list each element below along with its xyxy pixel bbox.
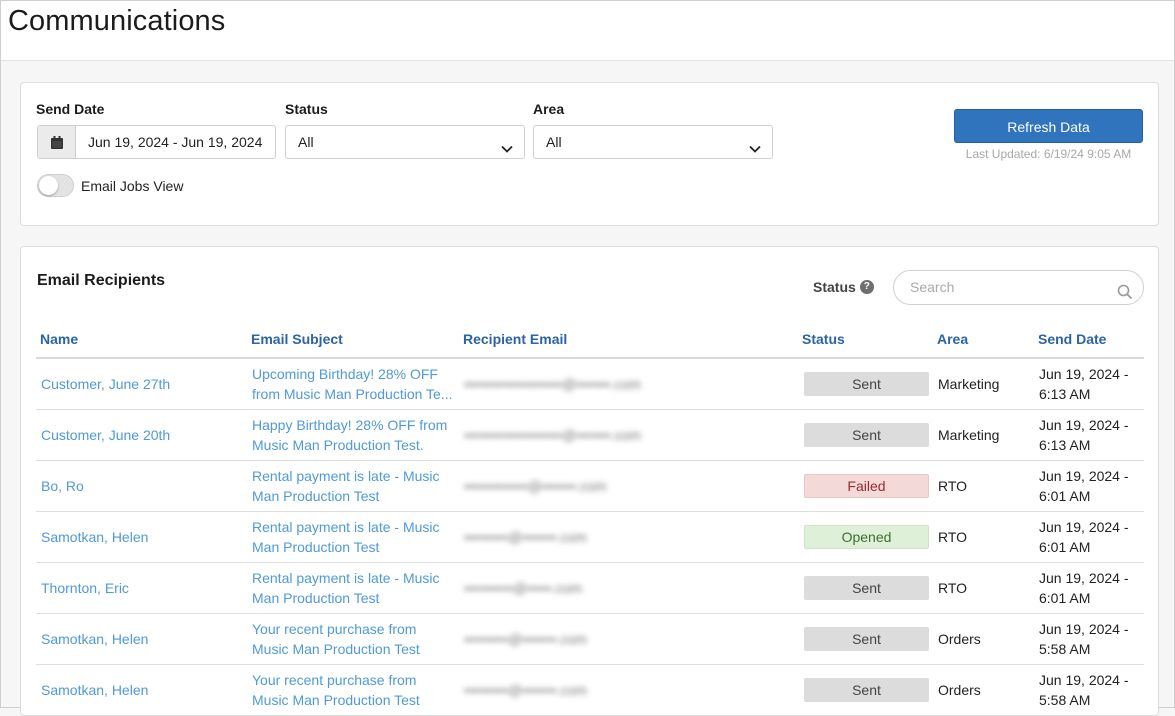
table-row[interactable]: Samotkan, Helen Your recent purchase from… — [36, 613, 1144, 665]
recipient-email: ••••••••••••••••••••@•••••••.com — [459, 358, 798, 410]
send-date-cell: Jun 19, 2024 - 6:13 AM — [1034, 358, 1144, 410]
recipient-name-link[interactable]: Thornton, Eric — [36, 562, 247, 614]
send-date-cell: Jun 19, 2024 - 6:01 AM — [1034, 460, 1144, 512]
email-subject-link[interactable]: Rental payment is late - Music Man Produ… — [247, 460, 459, 512]
email-jobs-view-toggle[interactable] — [37, 174, 74, 197]
recipient-name-link[interactable]: Customer, June 27th — [36, 358, 247, 410]
area-cell: RTO — [933, 562, 1034, 614]
last-updated-text: Last Updated: 6/19/24 9:05 AM — [965, 147, 1132, 161]
email-subject-link[interactable]: Your recent purchase from Music Man Prod… — [247, 664, 459, 715]
email-recipients-panel: Email Recipients Status ? Search Name Em… — [20, 246, 1159, 716]
column-header-email[interactable]: Recipient Email — [459, 320, 798, 359]
area-select[interactable]: All — [533, 125, 773, 159]
search-input[interactable]: Search — [893, 270, 1144, 305]
chevron-down-icon — [500, 135, 514, 167]
area-cell: Marketing — [933, 409, 1034, 461]
email-jobs-view-label: Email Jobs View — [81, 177, 184, 194]
status-badge: Sent — [804, 575, 929, 600]
status-badge: Sent — [804, 677, 929, 702]
recipient-name-link[interactable]: Samotkan, Helen — [36, 664, 247, 715]
column-header-send-date[interactable]: Send Date — [1034, 320, 1144, 359]
status-cell: Sent — [798, 562, 933, 614]
search-icon[interactable] — [1117, 279, 1133, 312]
send-date-cell: Jun 19, 2024 - 5:58 AM — [1034, 613, 1144, 665]
status-select-value: All — [298, 134, 314, 150]
status-select[interactable]: All — [285, 125, 525, 159]
recipient-email: •••••••••••••@•••••••.com — [459, 460, 798, 512]
area-select-value: All — [546, 134, 562, 150]
area-cell: Orders — [933, 613, 1034, 665]
send-date-cell: Jun 19, 2024 - 6:13 AM — [1034, 409, 1144, 461]
recipient-name-link[interactable]: Samotkan, Helen — [36, 613, 247, 665]
status-cell: Opened — [798, 511, 933, 563]
filter-panel: Send Date Jun 19, 2024 - Jun 19, 2024 St… — [20, 82, 1159, 226]
table-row[interactable]: Samotkan, Helen Your recent purchase from… — [36, 664, 1144, 715]
status-badge: Sent — [804, 626, 929, 651]
send-date-picker[interactable]: Jun 19, 2024 - Jun 19, 2024 — [37, 125, 276, 159]
status-filter: Status ? — [813, 279, 874, 295]
status-cell: Failed — [798, 460, 933, 512]
email-recipients-title: Email Recipients — [37, 272, 166, 289]
recipient-email: •••••••••@•••••••.com — [459, 613, 798, 665]
status-cell: Sent — [798, 409, 933, 461]
recipient-name-link[interactable]: Samotkan, Helen — [36, 511, 247, 563]
status-badge: Sent — [804, 371, 929, 396]
email-subject-link[interactable]: Upcoming Birthday! 28% OFF from Music Ma… — [247, 358, 459, 410]
page-header: Communications — [1, 1, 1174, 61]
table-row[interactable]: Customer, June 20th Happy Birthday! 28% O… — [36, 409, 1144, 461]
area-cell: RTO — [933, 511, 1034, 563]
email-jobs-view-row: Email Jobs View — [37, 174, 183, 197]
email-subject-link[interactable]: Rental payment is late - Music Man Produ… — [247, 562, 459, 614]
email-subject-link[interactable]: Your recent purchase from Music Man Prod… — [247, 613, 459, 665]
send-date-value[interactable]: Jun 19, 2024 - Jun 19, 2024 — [76, 126, 262, 158]
toggle-knob — [39, 176, 58, 195]
table-row[interactable]: Samotkan, Helen Rental payment is late - … — [36, 511, 1144, 563]
recipient-email: •••••••••@•••••••.com — [459, 664, 798, 715]
email-subject-link[interactable]: Happy Birthday! 28% OFF from Music Man P… — [247, 409, 459, 461]
recipient-email: ••••••••••••••••••••@•••••••.com — [459, 409, 798, 461]
area-label: Area — [533, 101, 565, 117]
area-cell: Marketing — [933, 358, 1034, 410]
send-date-cell: Jun 19, 2024 - 5:58 AM — [1034, 664, 1144, 715]
table-header-row: Name Email Subject Recipient Email Statu… — [36, 320, 1144, 359]
table-row[interactable]: Bo, Ro Rental payment is late - Music Man… — [36, 460, 1144, 512]
status-cell: Sent — [798, 664, 933, 715]
status-badge: Failed — [804, 473, 929, 498]
table-row[interactable]: Customer, June 27th Upcoming Birthday! 28… — [36, 358, 1144, 410]
help-icon[interactable]: ? — [859, 280, 874, 294]
chevron-down-icon — [748, 135, 762, 167]
send-date-cell: Jun 19, 2024 - 6:01 AM — [1034, 511, 1144, 563]
send-date-cell: Jun 19, 2024 - 6:01 AM — [1034, 562, 1144, 614]
email-subject-link[interactable]: Rental payment is late - Music Man Produ… — [247, 511, 459, 563]
send-date-label: Send Date — [36, 101, 105, 117]
recipient-email: ••••••••••@•••••.com — [459, 562, 798, 614]
status-filter-label: Status — [813, 279, 856, 295]
recipient-email: •••••••••@•••••••.com — [459, 511, 798, 563]
column-header-status[interactable]: Status — [798, 320, 933, 359]
status-label: Status — [285, 101, 328, 117]
column-header-name[interactable]: Name — [36, 320, 247, 359]
recipients-table: Name Email Subject Recipient Email Statu… — [36, 320, 1144, 715]
recipient-name-link[interactable]: Customer, June 20th — [36, 409, 247, 461]
column-header-subject[interactable]: Email Subject — [247, 320, 459, 359]
status-cell: Sent — [798, 613, 933, 665]
status-badge: Opened — [804, 524, 929, 549]
recipient-name-link[interactable]: Bo, Ro — [36, 460, 247, 512]
refresh-data-button[interactable]: Refresh Data — [954, 109, 1143, 143]
status-cell: Sent — [798, 358, 933, 410]
area-cell: Orders — [933, 664, 1034, 715]
search-placeholder: Search — [910, 279, 955, 295]
status-badge: Sent — [804, 422, 929, 447]
page-title: Communications — [8, 5, 226, 37]
column-header-area[interactable]: Area — [933, 320, 1034, 359]
table-row[interactable]: Thornton, Eric Rental payment is late - M… — [36, 562, 1144, 614]
calendar-icon[interactable] — [38, 126, 76, 158]
area-cell: RTO — [933, 460, 1034, 512]
